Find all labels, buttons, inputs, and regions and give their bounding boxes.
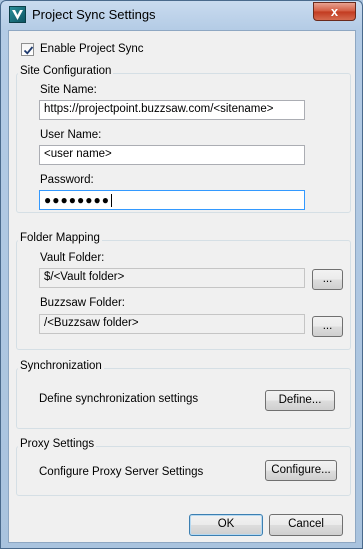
dialog-window: Project Sync Settings x Enable Project S… bbox=[0, 0, 363, 549]
window-title: Project Sync Settings bbox=[32, 7, 156, 22]
checkmark-icon bbox=[23, 46, 34, 55]
enable-sync-checkbox[interactable] bbox=[21, 43, 34, 56]
user-name-label: User Name: bbox=[40, 129, 102, 141]
dialog-body: Enable Project Sync Site Configuration S… bbox=[8, 30, 356, 543]
configure-button[interactable]: Configure... bbox=[265, 460, 337, 481]
password-label: Password: bbox=[40, 174, 94, 186]
text-caret bbox=[110, 194, 112, 208]
vault-app-icon bbox=[9, 6, 26, 23]
vault-folder-label: Vault Folder: bbox=[40, 252, 105, 264]
buzzsaw-folder-value: /<Buzzsaw folder> bbox=[44, 317, 139, 329]
password-input[interactable]: ●●●●●●●● bbox=[39, 190, 305, 210]
enable-sync-label: Enable Project Sync bbox=[40, 43, 144, 55]
user-name-value: <user name> bbox=[44, 148, 112, 160]
ok-button[interactable]: OK bbox=[189, 514, 263, 536]
group-title-proxy-settings: Proxy Settings bbox=[18, 438, 97, 450]
synchronization-group: Synchronization Define synchronization s… bbox=[16, 360, 351, 429]
group-title-folder-mapping: Folder Mapping bbox=[18, 232, 102, 244]
close-icon: x bbox=[330, 4, 339, 19]
user-name-input[interactable]: <user name> bbox=[39, 145, 305, 165]
site-name-input[interactable]: https://projectpoint.buzzsaw.com/<sitena… bbox=[39, 100, 305, 120]
vault-folder-browse-button[interactable]: ... bbox=[312, 269, 343, 290]
vault-folder-input[interactable]: $/<Vault folder> bbox=[39, 268, 305, 288]
define-button[interactable]: Define... bbox=[265, 390, 335, 411]
cancel-button[interactable]: Cancel bbox=[269, 514, 343, 536]
synchronization-description: Define synchronization settings bbox=[39, 393, 199, 405]
group-title-site-configuration: Site Configuration bbox=[18, 65, 114, 77]
proxy-settings-group: Proxy Settings Configure Proxy Server Se… bbox=[16, 438, 351, 496]
buzzsaw-folder-input[interactable]: /<Buzzsaw folder> bbox=[39, 314, 305, 334]
group-title-synchronization: Synchronization bbox=[18, 360, 104, 372]
site-configuration-group: Site Configuration Site Name: https://pr… bbox=[16, 65, 351, 213]
buzzsaw-folder-browse-button[interactable]: ... bbox=[312, 316, 343, 337]
vault-folder-value: $/<Vault folder> bbox=[44, 271, 125, 283]
folder-mapping-group: Folder Mapping Vault Folder: $/<Vault fo… bbox=[16, 232, 351, 350]
password-mask: ●●●●●●●● bbox=[44, 193, 110, 207]
close-button[interactable]: x bbox=[313, 2, 356, 21]
proxy-description: Configure Proxy Server Settings bbox=[39, 466, 204, 478]
title-bar[interactable]: Project Sync Settings x bbox=[1, 1, 362, 29]
site-name-value: https://projectpoint.buzzsaw.com/<sitena… bbox=[44, 103, 274, 115]
site-name-label: Site Name: bbox=[40, 84, 97, 96]
buzzsaw-folder-label: Buzzsaw Folder: bbox=[40, 297, 126, 309]
